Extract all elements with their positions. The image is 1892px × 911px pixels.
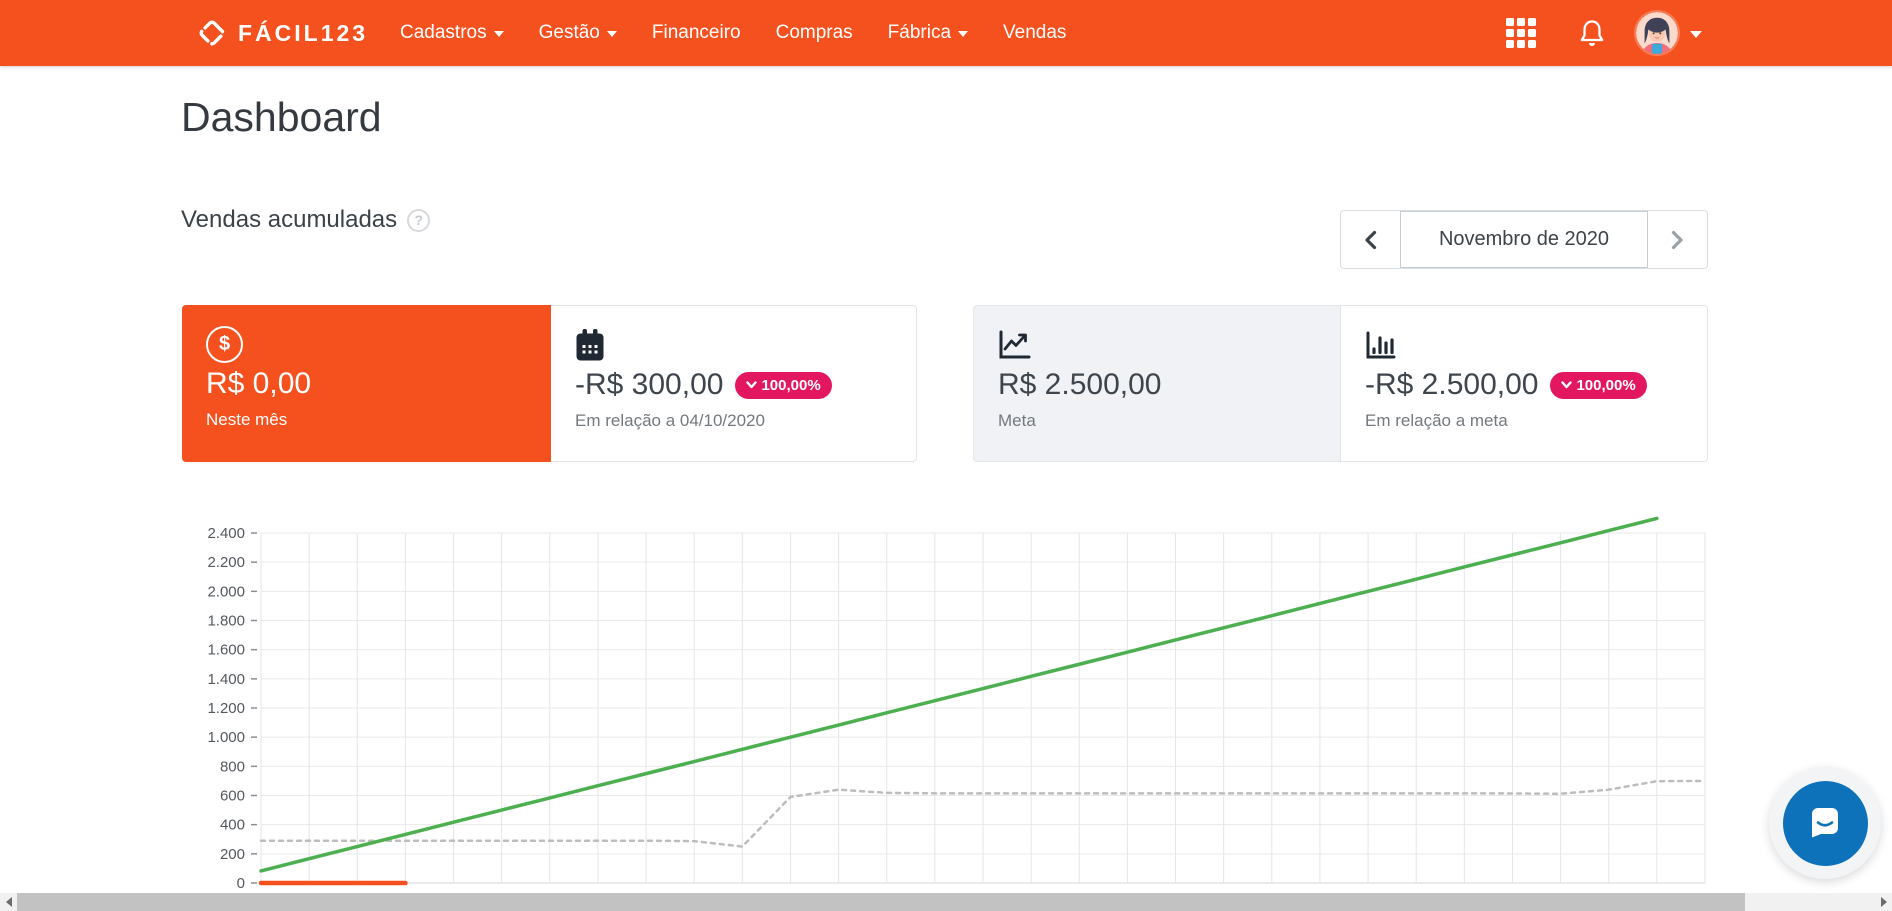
nav-item-financeiro[interactable]: Financeiro (648, 16, 745, 50)
chevron-down-icon (493, 31, 504, 37)
chevron-down-icon (746, 381, 758, 389)
card-value: R$ 2.500,00 (998, 368, 1162, 401)
card-value: -R$ 2.500,00 (1365, 368, 1539, 401)
chevron-right-icon (1671, 230, 1683, 249)
next-month-button[interactable] (1648, 211, 1707, 268)
section-header: Vendas acumuladas ? (181, 206, 431, 234)
card-label: Meta (998, 411, 1036, 430)
section-title: Vendas acumuladas (181, 206, 398, 233)
card-current-month: $ R$ 0,00 Neste mês (182, 305, 551, 462)
card-vs-meta: -R$ 2.500,00 100,00% Em relação a meta (1340, 305, 1708, 462)
scroll-left-button[interactable] (0, 893, 17, 911)
chevron-left-icon (1365, 230, 1377, 249)
svg-text:1.600: 1.600 (207, 642, 245, 659)
svg-text:1.200: 1.200 (207, 700, 245, 717)
nav-item-vendas[interactable]: Vendas (999, 16, 1070, 50)
page-title: Dashboard (181, 94, 382, 140)
brand-logo[interactable]: FÁCIL123 (197, 0, 368, 66)
scrollbar-thumb[interactable] (17, 893, 1745, 911)
nav-item-fabrica[interactable]: Fábrica (884, 16, 972, 50)
svg-text:400: 400 (220, 817, 245, 834)
chevron-down-icon (606, 31, 617, 37)
card-vs-previous-date: -R$ 300,00 100,00% Em relação a 04/10/20… (551, 305, 917, 462)
top-navigation-bar: FÁCIL123 Cadastros Gestão Financeiro Com… (0, 0, 1892, 66)
chevron-down-icon (958, 31, 969, 37)
chevron-down-icon (1561, 381, 1573, 389)
svg-text:2.400: 2.400 (207, 525, 245, 542)
percentage-down-badge: 100,00% (735, 371, 832, 399)
chart-bar-icon (1366, 331, 1396, 358)
svg-text:0: 0 (237, 875, 245, 890)
nav-item-compras[interactable]: Compras (772, 16, 857, 50)
previous-month-button[interactable] (1341, 211, 1400, 268)
month-selector-label[interactable]: Novembro de 2020 (1400, 211, 1648, 268)
svg-text:1.400: 1.400 (207, 671, 245, 688)
month-selector: Novembro de 2020 (1340, 210, 1708, 269)
chat-widget-button[interactable] (1769, 767, 1881, 879)
dollar-circle-icon: $ (206, 325, 243, 363)
bell-icon[interactable] (1578, 0, 1606, 66)
triangle-right-icon (1880, 897, 1887, 907)
diamond-logo-icon (199, 20, 225, 46)
card-label: Neste mês (206, 410, 288, 429)
brand-name: FÁCIL123 (238, 19, 369, 46)
account-menu-chevron-down-icon[interactable] (1690, 0, 1702, 66)
svg-text:1.000: 1.000 (207, 729, 245, 746)
main-nav: Cadastros Gestão Financeiro Compras Fábr… (396, 0, 1070, 66)
svg-text:2.200: 2.200 (207, 554, 245, 571)
svg-text:600: 600 (220, 788, 245, 805)
nav-item-cadastros[interactable]: Cadastros (396, 16, 508, 50)
chart-line-icon (999, 330, 1031, 358)
user-avatar[interactable] (1636, 0, 1678, 66)
scroll-right-button[interactable] (1875, 893, 1892, 911)
card-meta: R$ 2.500,00 Meta (973, 305, 1341, 462)
card-label: Em relação a 04/10/2020 (575, 411, 765, 430)
svg-text:200: 200 (220, 846, 245, 863)
question-circle-icon[interactable]: ? (407, 208, 431, 232)
svg-text:1.800: 1.800 (207, 613, 245, 630)
percentage-down-badge: 100,00% (1550, 371, 1647, 399)
nav-item-gestao[interactable]: Gestão (535, 16, 621, 50)
chat-bubble-icon (1782, 780, 1868, 866)
apps-grid-icon[interactable] (1506, 0, 1537, 66)
card-label: Em relação a meta (1365, 411, 1508, 430)
triangle-left-icon (5, 897, 12, 907)
svg-text:800: 800 (220, 758, 245, 775)
sales-accumulated-chart: 0 200 400 600 800 1.000 1.200 1.400 1.600 1.800 2.… (180, 500, 1725, 892)
horizontal-scrollbar[interactable] (0, 893, 1892, 911)
line-chart-canvas: 0 200 400 600 800 1.000 1.200 1.400 1.600 1.800 2.… (207, 516, 1707, 892)
card-value: R$ 0,00 (206, 367, 312, 400)
svg-text:2.000: 2.000 (207, 583, 245, 600)
card-value: -R$ 300,00 (575, 368, 724, 401)
calendar-icon (576, 328, 604, 360)
